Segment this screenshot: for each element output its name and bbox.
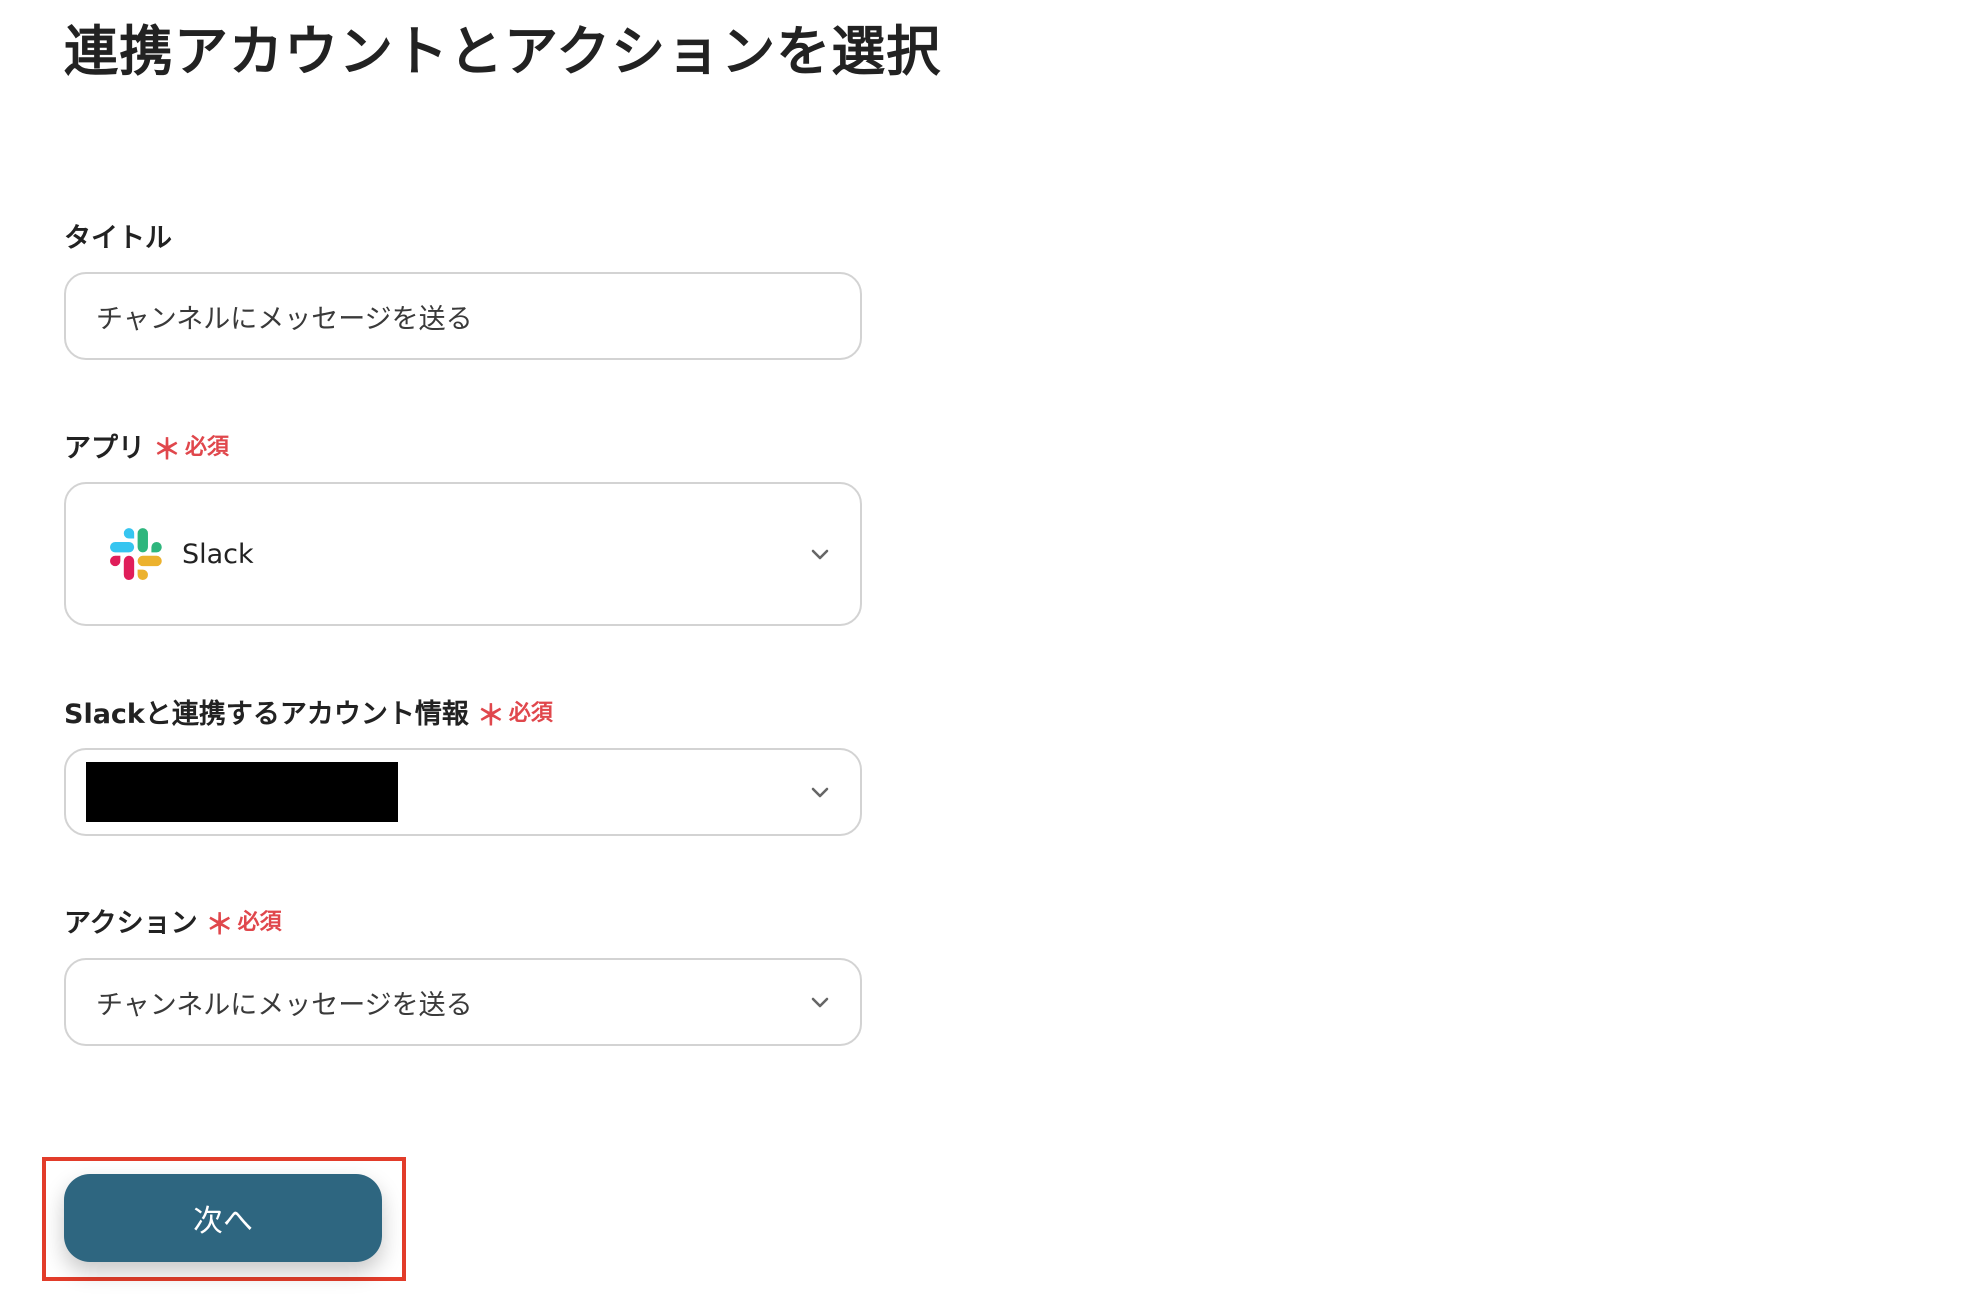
chevron-down-icon (811, 997, 829, 1008)
account-label-text: Slackと連携するアカウント情報 (64, 698, 469, 730)
action-select-value: チャンネルにメッセージを送る (96, 989, 473, 1021)
slack-logo-icon (109, 528, 162, 580)
title-input[interactable]: チャンネルにメッセージを送る (64, 272, 862, 360)
account-select[interactable] (64, 748, 862, 836)
next-button[interactable]: 次へ (64, 1174, 382, 1262)
title-input-value: チャンネルにメッセージを送る (96, 303, 473, 335)
action-label-text: アクション (64, 907, 198, 939)
app-label-text: アプリ (64, 432, 145, 464)
page-title: 連携アカウントとアクションを選択 (64, 20, 942, 83)
required-text: 必須 (185, 435, 230, 460)
app-select-value: Slack (182, 538, 254, 570)
redacted-account-value (86, 762, 398, 822)
required-asterisk: ＊ (205, 908, 234, 941)
app-select[interactable]: Slack (64, 482, 862, 626)
app-field-label: アプリ ＊ 必須 (64, 425, 230, 467)
chevron-down-icon (811, 549, 829, 560)
required-text: 必須 (508, 701, 553, 726)
title-field-label: タイトル (64, 215, 172, 255)
required-asterisk: ＊ (476, 699, 505, 732)
action-select[interactable]: チャンネルにメッセージを送る (64, 958, 862, 1046)
title-label-text: タイトル (64, 222, 172, 254)
action-field-label: アクション ＊ 必須 (64, 900, 282, 942)
required-text: 必須 (237, 910, 282, 935)
chevron-down-icon (811, 787, 829, 798)
account-field-label: Slackと連携するアカウント情報 ＊ 必須 (64, 691, 553, 733)
required-asterisk: ＊ (153, 433, 182, 466)
